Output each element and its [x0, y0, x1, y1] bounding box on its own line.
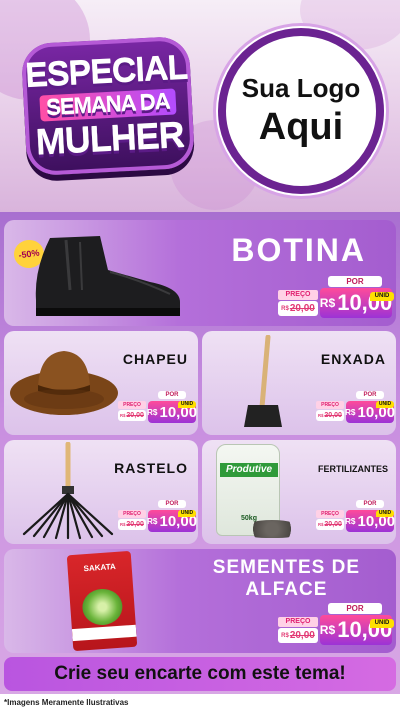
- old-currency: R$: [120, 413, 126, 418]
- old-price: R$ 20,00: [316, 410, 344, 421]
- old-price-value: 20,00: [324, 521, 342, 528]
- bag-brand-label: Produtive: [220, 463, 278, 477]
- pack-brand-label: SAKATA: [83, 561, 117, 574]
- currency: R$: [319, 623, 336, 637]
- currency: R$: [146, 407, 158, 417]
- preco-label: PREÇO: [278, 617, 318, 627]
- cta-banner[interactable]: Crie seu encarte com este tema!: [4, 657, 396, 691]
- preco-label: PREÇO: [278, 290, 318, 300]
- product-name: CHAPEU: [122, 351, 188, 367]
- old-price: R$ 20,00: [278, 301, 318, 316]
- currency: R$: [319, 296, 336, 310]
- hat-image: [10, 351, 118, 415]
- product-card-sementes[interactable]: SAKATA SEMENTES DE ALFACE POR PREÇO R$ 20…: [4, 549, 396, 653]
- old-currency: R$: [120, 522, 126, 527]
- unid-label: UNID: [178, 401, 196, 408]
- price-tag: POR PREÇO R$ 20,00 R$ 10,00 UNID: [276, 599, 394, 651]
- logo-placeholder[interactable]: Sua Logo Aqui: [218, 28, 384, 194]
- boot-image: [35, 236, 181, 316]
- old-price-value: 20,00: [126, 521, 144, 528]
- product-name: BOTINA: [231, 232, 366, 268]
- preco-label: PREÇO: [316, 510, 344, 518]
- product-card-chapeu[interactable]: CHAPEU POR PREÇO R$ 20,00 R$ 10,00 UNID: [4, 331, 198, 435]
- product-card-fertilizantes[interactable]: Produtive 50kg FERTILIZANTES POR PREÇO R…: [202, 440, 396, 544]
- badge-line-3: MULHER: [34, 114, 185, 163]
- old-price: R$ 20,00: [316, 519, 344, 530]
- old-price-value: 20,00: [289, 630, 315, 641]
- por-label: POR: [328, 276, 382, 287]
- footer-disclaimer: *Imagens Meramente Ilustrativas: [0, 694, 400, 711]
- product-name: ENXADA: [320, 351, 386, 367]
- price-tag: POR PREÇO R$ 20,00 R$ 10,00 UNID: [116, 389, 198, 429]
- flyer-page: ESPECIAL SEMANA DA MULHER Sua Logo Aqui …: [0, 0, 400, 711]
- fertilizer-granules: [242, 520, 302, 538]
- pack-white-band: [71, 624, 137, 642]
- currency: R$: [146, 516, 158, 526]
- old-currency: R$: [318, 413, 324, 418]
- lettuce-illustration: [81, 587, 124, 627]
- old-currency: R$: [318, 522, 324, 527]
- campaign-badge: ESPECIAL SEMANA DA MULHER: [20, 35, 196, 177]
- product-name-line-1: SEMENTES DE: [212, 557, 360, 578]
- currency: R$: [344, 516, 356, 526]
- price-tag: POR PREÇO R$ 20,00 R$ 10,00 UNID: [314, 498, 396, 538]
- logo-text-line-1: Sua Logo: [241, 73, 361, 103]
- old-price-value: 20,00: [126, 412, 144, 419]
- price-tag: POR PREÇO R$ 20,00 R$ 10,00 UNID: [116, 498, 198, 538]
- badge-line-1: ESPECIAL: [24, 48, 189, 96]
- por-label: POR: [328, 603, 382, 614]
- currency: R$: [344, 407, 356, 417]
- preco-label: PREÇO: [316, 401, 344, 409]
- unid-label: UNID: [376, 401, 394, 408]
- unid-label: UNID: [370, 619, 394, 628]
- product-name: SEMENTES DE ALFACE: [213, 557, 360, 601]
- rake-image: [22, 442, 114, 540]
- product-card-botina[interactable]: -50% BOTINA POR PREÇO R$ 20,00 R$ 10,00 UN…: [4, 220, 396, 326]
- product-name-line-2: ALFACE: [245, 578, 328, 600]
- price-tag: POR PREÇO R$ 20,00 R$ 10,00 UNID: [314, 389, 396, 429]
- old-currency: R$: [281, 305, 289, 312]
- old-currency: R$: [281, 632, 289, 639]
- product-name: FERTILIZANTES: [318, 464, 388, 474]
- old-price: R$ 20,00: [118, 519, 146, 530]
- hoe-image: [244, 335, 282, 427]
- old-price-value: 20,00: [324, 412, 342, 419]
- product-card-enxada[interactable]: ENXADA POR PREÇO R$ 20,00 R$ 10,00 UNID: [202, 331, 396, 435]
- por-label: POR: [158, 500, 186, 508]
- logo-text-line-2: Aqui: [258, 106, 344, 148]
- old-price-value: 20,00: [289, 303, 315, 314]
- price-tag: POR PREÇO R$ 20,00 R$ 10,00 UNID: [276, 272, 394, 324]
- seed-pack-image: SAKATA: [66, 550, 138, 652]
- por-label: POR: [356, 500, 384, 508]
- product-card-rastelo[interactable]: RASTELO POR PREÇO R$ 20,00 R$ 10,00 UNID: [4, 440, 198, 544]
- por-label: POR: [158, 391, 186, 399]
- product-name: RASTELO: [114, 460, 188, 476]
- unid-label: UNID: [370, 292, 394, 301]
- por-label: POR: [356, 391, 384, 399]
- old-price: R$ 20,00: [118, 410, 146, 421]
- old-price: R$ 20,00: [278, 628, 318, 643]
- preco-label: PREÇO: [118, 401, 146, 409]
- preco-label: PREÇO: [118, 510, 146, 518]
- unid-label: UNID: [178, 510, 196, 517]
- unid-label: UNID: [376, 510, 394, 517]
- header-banner: ESPECIAL SEMANA DA MULHER Sua Logo Aqui: [0, 0, 400, 212]
